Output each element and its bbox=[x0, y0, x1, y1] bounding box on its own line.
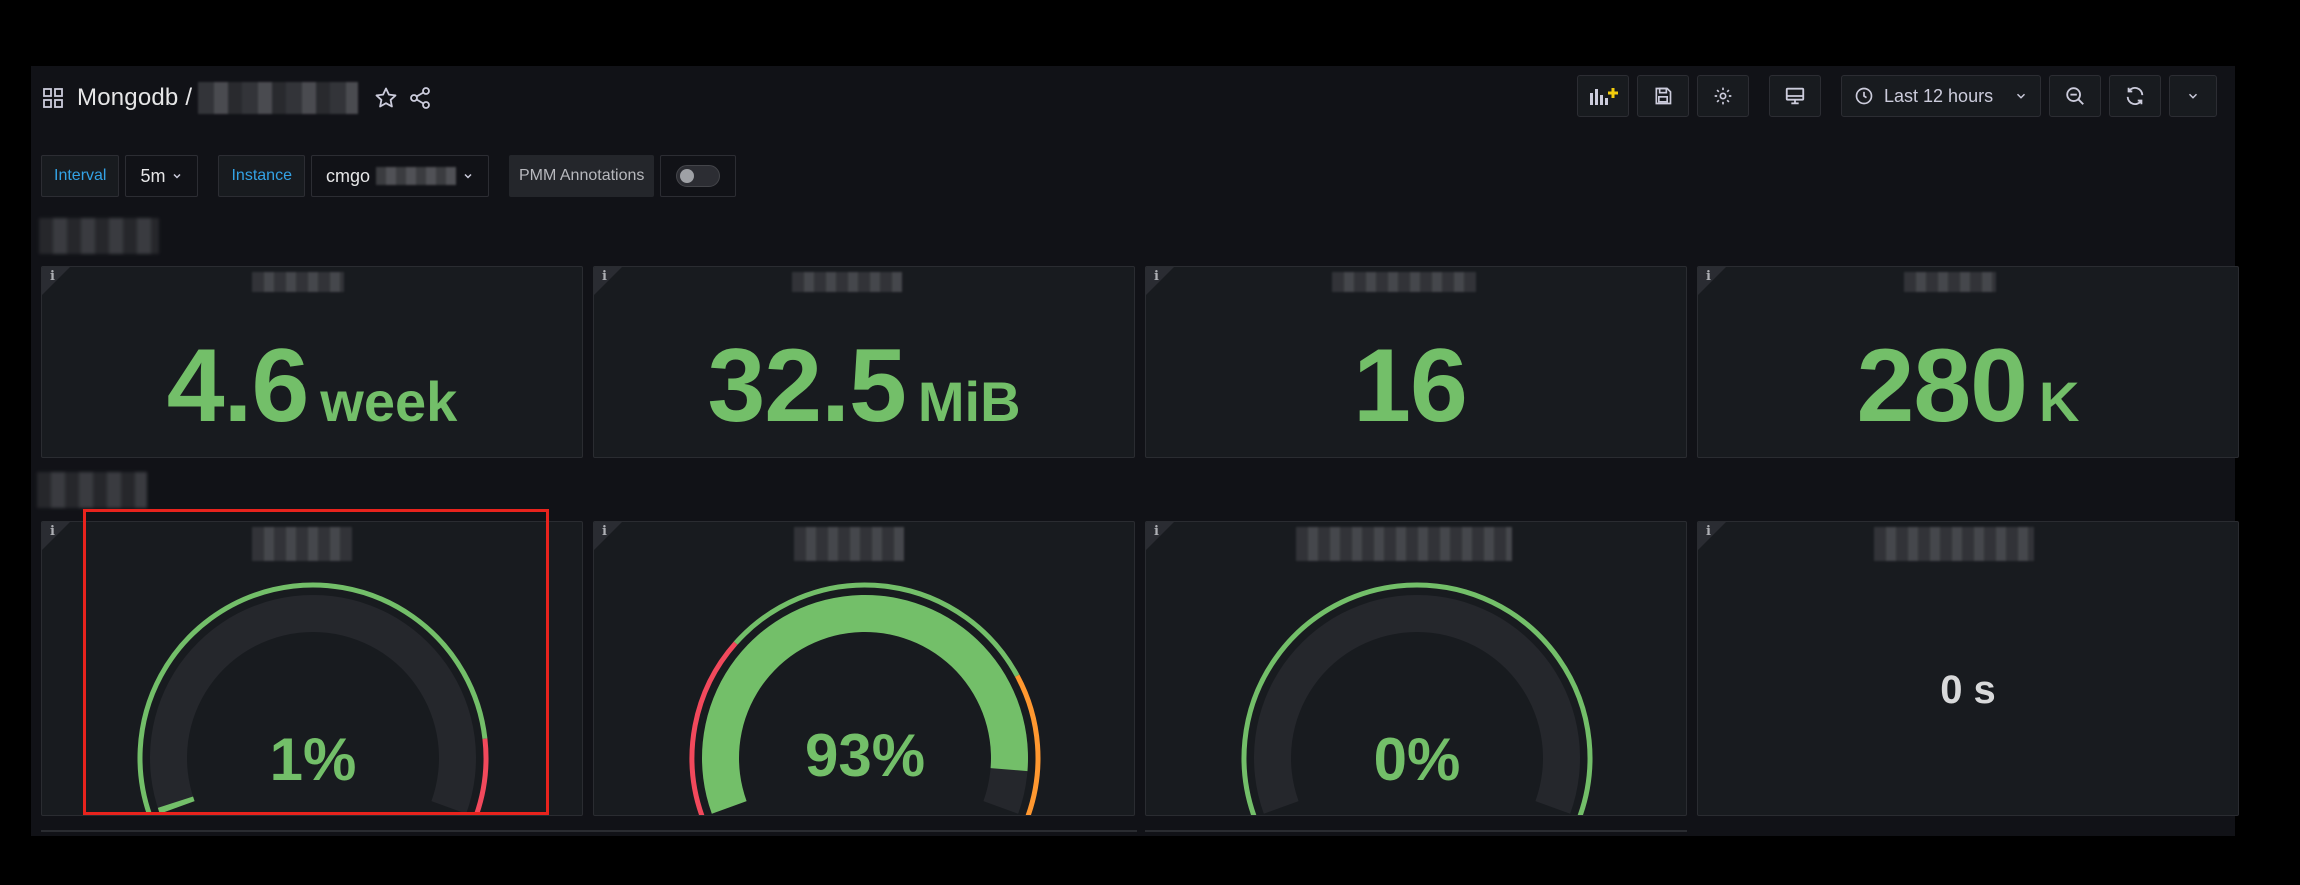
row-title-redacted[interactable] bbox=[39, 218, 159, 254]
refresh-button[interactable] bbox=[2109, 75, 2161, 117]
gauge-value: 1% bbox=[270, 726, 357, 793]
stat-value: 4.6 week bbox=[166, 328, 458, 444]
dashboard-title-area: Mongodb / bbox=[41, 80, 434, 116]
info-icon[interactable]: i bbox=[1706, 524, 1711, 539]
gauge: 0% bbox=[1241, 582, 1593, 815]
page-title[interactable]: Mongodb / bbox=[77, 84, 192, 112]
chevron-down-icon bbox=[173, 173, 182, 179]
panel-title-redacted[interactable] bbox=[1332, 272, 1476, 292]
gauge-panel: i 1% bbox=[41, 521, 583, 816]
panel-title-redacted[interactable] bbox=[252, 272, 344, 292]
star-icon[interactable] bbox=[372, 84, 400, 112]
instance-variable-select[interactable]: cmgo bbox=[310, 155, 489, 197]
instance-value: cmgo bbox=[325, 165, 370, 186]
gauge-panel: i 0% bbox=[1145, 521, 1687, 816]
stat-value: 32.5 MiB bbox=[707, 328, 1021, 444]
stat-panel: i 4.6 week bbox=[41, 266, 583, 458]
info-icon[interactable]: i bbox=[50, 269, 55, 284]
gauge-value: 0% bbox=[1374, 726, 1461, 793]
pmm-annotations-label: PMM Annotations bbox=[508, 155, 655, 197]
dashboards-grid-icon[interactable] bbox=[41, 86, 65, 110]
row-title-redacted[interactable] bbox=[37, 472, 147, 508]
pmm-annotations-toggle[interactable] bbox=[660, 155, 737, 197]
stat-panel: i 280 K bbox=[1697, 266, 2239, 458]
interval-variable-label: Interval bbox=[41, 155, 120, 197]
panel-title-redacted[interactable] bbox=[1904, 272, 1996, 292]
toggle-switch[interactable] bbox=[676, 165, 721, 187]
stat-value: 0 s bbox=[1940, 668, 1996, 712]
stat-panel: i 0 s bbox=[1697, 521, 2239, 816]
stat-panel: i 32.5 MiB bbox=[593, 266, 1135, 458]
share-icon[interactable] bbox=[406, 84, 434, 112]
panel-title-redacted[interactable] bbox=[1874, 527, 2034, 561]
zoom-out-button[interactable] bbox=[2049, 75, 2101, 117]
chevron-down-icon bbox=[2014, 89, 2028, 103]
redacted-dashboard-name bbox=[198, 82, 359, 114]
add-panel-button[interactable] bbox=[1577, 75, 1629, 117]
gauge-threshold-arc bbox=[473, 738, 489, 815]
stat-value: 280 K bbox=[1856, 328, 2080, 444]
dashboard: Mongodb / Last 12 hours Interval 5m Inst… bbox=[31, 66, 2239, 836]
instance-variable-label: Instance bbox=[218, 155, 305, 197]
gauge: 93% bbox=[689, 582, 1041, 815]
chevron-down-icon bbox=[464, 173, 472, 179]
template-variables-row: Interval 5m Instance cmgo PMM Annotation… bbox=[41, 154, 737, 198]
time-range-label: Last 12 hours bbox=[1884, 85, 1994, 106]
info-icon[interactable]: i bbox=[602, 269, 607, 284]
time-picker-button[interactable]: Last 12 hours bbox=[1841, 75, 2041, 117]
gauge-value: 93% bbox=[805, 722, 925, 789]
dashboard-settings-button[interactable] bbox=[1697, 75, 1749, 117]
dashboard-toolbar: Last 12 hours bbox=[1569, 74, 2217, 118]
stat-value: 16 bbox=[1353, 328, 1468, 444]
info-icon[interactable]: i bbox=[1154, 269, 1159, 284]
stat-panel: i 16 bbox=[1145, 266, 1687, 458]
info-icon[interactable]: i bbox=[1706, 269, 1711, 284]
save-dashboard-button[interactable] bbox=[1637, 75, 1689, 117]
interval-value: 5m bbox=[140, 165, 166, 186]
interval-variable-select[interactable]: 5m bbox=[125, 155, 199, 197]
gauge: 1% bbox=[137, 582, 489, 815]
divider bbox=[1145, 830, 1687, 832]
divider bbox=[41, 830, 1137, 832]
gauge-panel: i 93% bbox=[593, 521, 1135, 816]
refresh-interval-dropdown[interactable] bbox=[2169, 75, 2217, 117]
clock-icon bbox=[1854, 86, 1874, 106]
redacted-instance-name bbox=[375, 167, 456, 185]
tv-mode-button[interactable] bbox=[1769, 75, 1821, 117]
panel-title-redacted[interactable] bbox=[792, 272, 902, 292]
